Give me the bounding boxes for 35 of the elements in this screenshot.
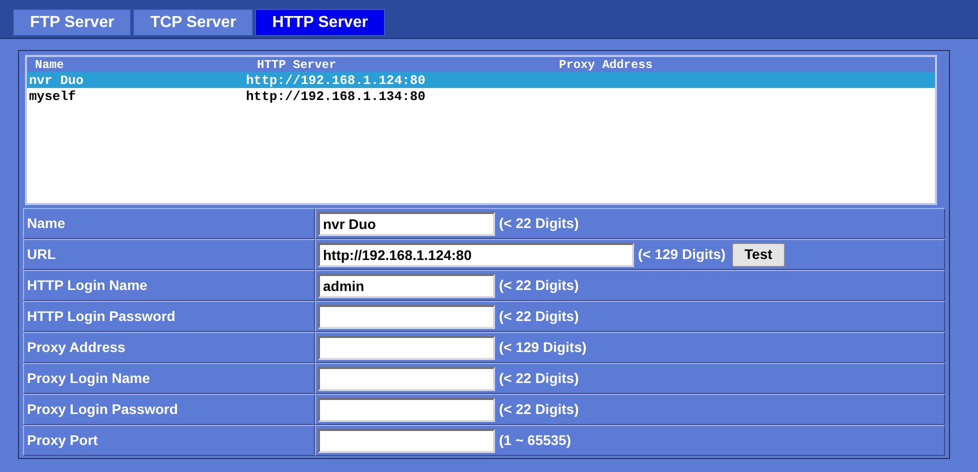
tab[interactable]: TCP Server: [133, 9, 254, 36]
field-label: Proxy Login Name: [23, 363, 315, 394]
input-field[interactable]: http://192.168.1.124:80: [318, 242, 634, 266]
field-label: URL: [23, 239, 315, 270]
input-field[interactable]: [318, 304, 495, 328]
input-field[interactable]: [318, 428, 495, 452]
list-cell-text: http://192.168.1.134:80: [246, 90, 426, 102]
test-button[interactable]: Test: [732, 242, 786, 266]
list-cell-text: myself: [29, 90, 77, 102]
input-field[interactable]: nvr Duo: [318, 212, 495, 236]
input-field[interactable]: [318, 398, 495, 422]
field-label: Name: [23, 208, 315, 239]
field-hint: (< 22 Digits): [499, 276, 579, 295]
field-label: HTTP Login Name: [23, 270, 315, 301]
field-hint: (< 129 Digits): [638, 245, 726, 264]
field-label: Proxy Login Password: [23, 394, 315, 425]
field-label: HTTP Login Password: [23, 301, 315, 332]
list-cell-text: nvr Duo: [29, 74, 85, 86]
field-hint: (< 22 Digits): [499, 400, 579, 419]
field-hint: (< 22 Digits): [499, 307, 579, 326]
field-hint: (< 22 Digits): [499, 214, 579, 233]
field-hint: (< 129 Digits): [499, 338, 587, 357]
input-field[interactable]: admin: [318, 274, 495, 298]
column-header: Name: [35, 58, 65, 70]
field-hint: (1 ~ 65535): [499, 431, 571, 450]
tab[interactable]: HTTP Server: [255, 9, 385, 36]
column-header: Proxy Address: [559, 58, 654, 70]
field-hint: (< 22 Digits): [499, 369, 579, 388]
field-label: Proxy Address: [23, 332, 315, 363]
input-field[interactable]: [318, 336, 495, 360]
tab[interactable]: FTP Server: [13, 9, 132, 36]
column-header: HTTP Server: [257, 58, 338, 70]
list-cell-text: http://192.168.1.124:80: [246, 74, 426, 86]
input-field[interactable]: [318, 366, 495, 390]
field-label: Proxy Port: [23, 425, 315, 456]
